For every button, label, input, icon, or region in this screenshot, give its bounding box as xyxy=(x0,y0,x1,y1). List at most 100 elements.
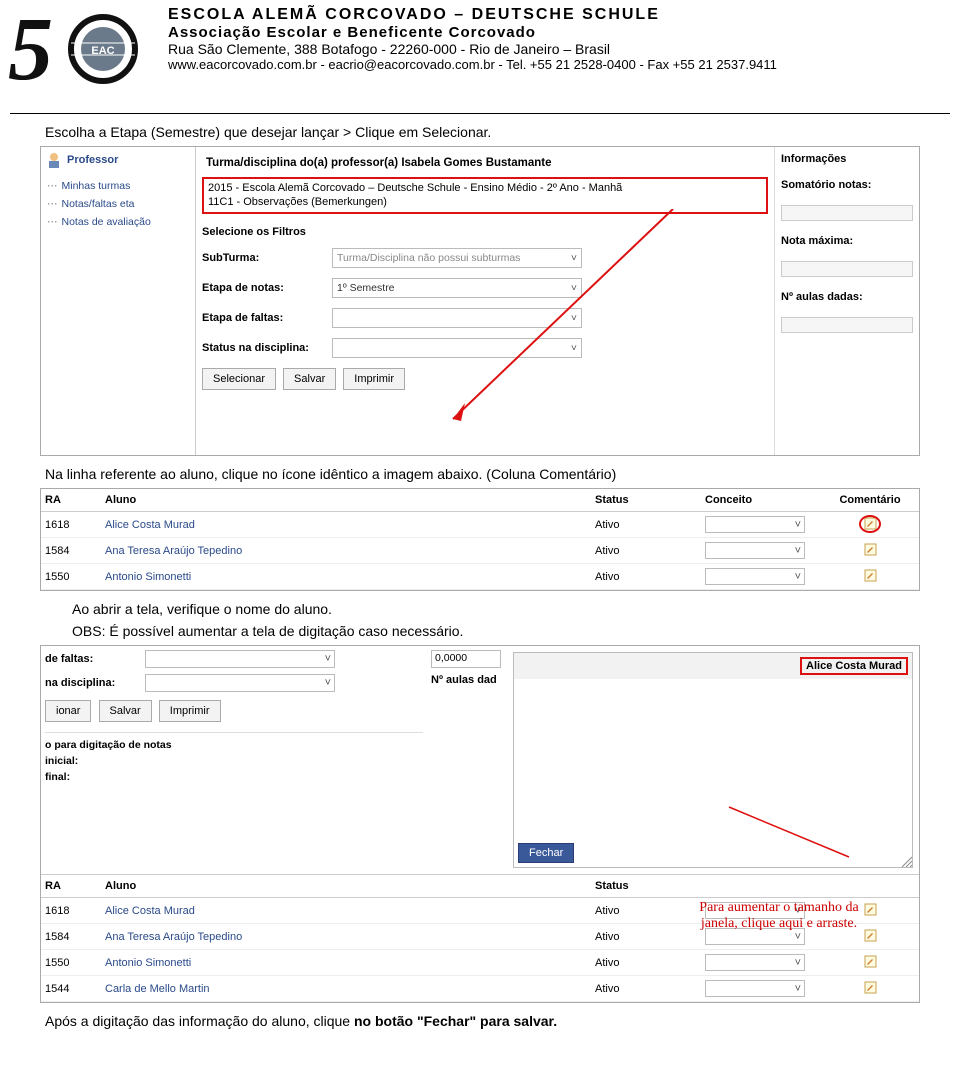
imprimir-button[interactable]: Imprimir xyxy=(159,700,221,722)
turma-selection-box: 2015 - Escola Alemã Corcovado – Deutsche… xyxy=(202,177,768,214)
col-status-header: Status xyxy=(595,880,705,892)
salvar-button[interactable]: Salvar xyxy=(283,368,336,390)
chevron-down-icon: ˅ xyxy=(571,342,577,354)
chevron-down-icon: ˅ xyxy=(571,312,577,324)
zero-field: 0,0000 xyxy=(431,650,501,668)
subturma-value: Turma/Disciplina não possui subturmas xyxy=(337,252,520,264)
conceito-select[interactable]: ˅ xyxy=(705,516,805,533)
edit-comment-icon[interactable] xyxy=(864,981,877,994)
instruction-3b: OBS: É possível aumentar a tela de digit… xyxy=(72,623,915,639)
etapa-notas-label: Etapa de notas: xyxy=(202,282,332,294)
fechar-button[interactable]: Fechar xyxy=(518,843,574,863)
professor-label: Professor xyxy=(67,154,118,166)
disciplina-select[interactable]: ˅ xyxy=(145,674,335,692)
ra-cell: 1618 xyxy=(45,519,105,531)
aluno-cell[interactable]: Ana Teresa Araújo Tepedino xyxy=(105,931,595,943)
chevron-down-icon: ˅ xyxy=(795,519,801,531)
aluno-cell[interactable]: Carla de Mello Martin xyxy=(105,983,595,995)
table-header-2: RA Aluno Status xyxy=(41,874,919,898)
conceito-select[interactable]: ˅ xyxy=(705,980,805,997)
logo-50-eac: 5 EAC xyxy=(8,4,158,109)
filters-title: Selecione os Filtros xyxy=(202,226,768,238)
final-label: final: xyxy=(45,771,423,783)
main-area: Turma/disciplina do(a) professor(a) Isab… xyxy=(196,147,919,455)
notamax-label: Nota máxima: xyxy=(781,235,913,247)
resize-callout: Para aumentar o tamanho da janela, cliqu… xyxy=(689,900,869,932)
instruction-1: Escolha a Etapa (Semestre) que desejar l… xyxy=(45,124,915,140)
faltas-select[interactable]: ˅ xyxy=(145,650,335,668)
chevron-down-icon: ˅ xyxy=(571,252,577,264)
aulas-dadas-label: Nº aulas dad xyxy=(431,674,501,686)
status-cell: Ativo xyxy=(595,545,705,557)
contact-line: www.eacorcovado.com.br - eacrio@eacorcov… xyxy=(168,57,952,72)
aluno-cell[interactable]: Ana Teresa Araújo Tepedino xyxy=(105,545,595,557)
etapa-faltas-select[interactable]: ˅ xyxy=(332,308,582,328)
etapa-notas-select[interactable]: 1º Semestre ˅ xyxy=(332,278,582,298)
table-row: 1544Carla de Mello MartinAtivo ˅ xyxy=(41,976,919,1002)
inicial-label: inicial: xyxy=(45,755,423,767)
table-row: 1550Antonio SimonettiAtivo ˅ xyxy=(41,950,919,976)
aluno-cell[interactable]: Alice Costa Murad xyxy=(105,905,595,917)
professor-icon xyxy=(45,151,63,169)
sidebar: Professor ⋯ Minhas turmas ⋯ Notas/faltas… xyxy=(41,147,196,455)
instruction-3a: Ao abrir a tela, verifique o nome do alu… xyxy=(72,601,915,617)
school-name: ESCOLA ALEMÃ CORCOVADO – DEUTSCHE SCHULE xyxy=(168,6,952,24)
subturma-select[interactable]: Turma/Disciplina não possui subturmas ˅ xyxy=(332,248,582,268)
conceito-select[interactable]: ˅ xyxy=(705,954,805,971)
comment-modal: Alice Costa Murad Fechar xyxy=(513,652,913,868)
aluno-cell[interactable]: Antonio Simonetti xyxy=(105,571,595,583)
table-row: 1584Ana Teresa Araújo TepedinoAtivo˅ xyxy=(41,538,919,564)
chevron-down-icon: ˅ xyxy=(795,983,801,995)
chevron-down-icon: ˅ xyxy=(795,545,801,557)
tree-minhas-turmas[interactable]: ⋯ Minhas turmas xyxy=(45,177,191,195)
col-aluno-header: Aluno xyxy=(105,880,595,892)
imprimir-button[interactable]: Imprimir xyxy=(343,368,405,390)
somatorio-label: Somatório notas: xyxy=(781,179,913,191)
chevron-down-icon: ˅ xyxy=(795,957,801,969)
chevron-down-icon: ˅ xyxy=(571,282,577,294)
chevron-down-icon: ˅ xyxy=(795,571,801,583)
status-cell: Ativo xyxy=(595,983,705,995)
disciplina-label: na disciplina: xyxy=(45,677,145,689)
selecionar-button[interactable]: Selecionar xyxy=(202,368,276,390)
informacoes-title: Informações xyxy=(781,153,913,165)
selecionar-button-partial[interactable]: ionar xyxy=(45,700,91,722)
salvar-button[interactable]: Salvar xyxy=(99,700,152,722)
aluno-cell[interactable]: Antonio Simonetti xyxy=(105,957,595,969)
turma-line-1: 2015 - Escola Alemã Corcovado – Deutsche… xyxy=(208,181,762,195)
etapa-faltas-label: Etapa de faltas: xyxy=(202,312,332,324)
header-text: ESCOLA ALEMÃ CORCOVADO – DEUTSCHE SCHULE… xyxy=(168,4,952,109)
tree-notas-faltas[interactable]: ⋯ Notas/faltas eta xyxy=(45,195,191,213)
tree-connector-icon: ⋯ xyxy=(47,198,58,210)
header-divider xyxy=(10,113,950,114)
etapa-notas-value: 1º Semestre xyxy=(337,282,395,294)
status-select[interactable]: ˅ xyxy=(332,338,582,358)
ra-cell: 1544 xyxy=(45,983,105,995)
tree-label: Notas de avaliação xyxy=(62,216,151,228)
aulas-label: Nº aulas dadas: xyxy=(781,291,913,303)
notamax-field xyxy=(781,261,913,277)
digit-notas-label: o para digitação de notas xyxy=(45,739,423,751)
status-cell: Ativo xyxy=(595,957,705,969)
ra-cell: 1550 xyxy=(45,571,105,583)
col-ra-header: RA xyxy=(45,880,105,892)
status-cell: Ativo xyxy=(595,519,705,531)
aluno-cell[interactable]: Alice Costa Murad xyxy=(105,519,595,531)
modal-textarea[interactable] xyxy=(514,679,912,839)
chevron-down-icon: ˅ xyxy=(325,677,331,689)
col-conceito-header: Conceito xyxy=(705,494,825,506)
chevron-down-icon: ˅ xyxy=(325,653,331,665)
edit-comment-icon[interactable] xyxy=(864,955,877,968)
svg-text:5: 5 xyxy=(8,4,53,99)
resize-handle[interactable] xyxy=(900,855,912,867)
screenshot-1: Professor ⋯ Minhas turmas ⋯ Notas/faltas… xyxy=(40,146,920,456)
edit-comment-icon[interactable] xyxy=(864,569,877,582)
ra-cell: 1550 xyxy=(45,957,105,969)
edit-comment-icon[interactable] xyxy=(864,543,877,556)
tree-notas-avaliacao[interactable]: ⋯ Notas de avaliação xyxy=(45,213,191,231)
conceito-select[interactable]: ˅ xyxy=(705,568,805,585)
somatorio-field xyxy=(781,205,913,221)
ra-cell: 1618 xyxy=(45,905,105,917)
conceito-select[interactable]: ˅ xyxy=(705,542,805,559)
tree-label: Notas/faltas eta xyxy=(62,198,135,210)
